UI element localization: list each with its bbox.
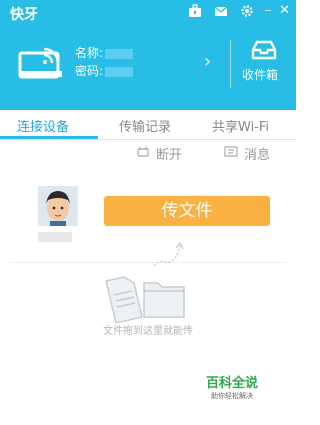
tab-transfer-history[interactable]: 传输记录 [119,116,171,135]
minimize-icon[interactable]: – [265,4,272,18]
message-icon [224,145,238,163]
chevron-right-icon[interactable]: › [204,51,211,72]
redacted-code [105,66,134,77]
device-icon [18,47,62,79]
app-header: 快牙 – ✕ 名称: 密码: › 收件箱 [0,0,296,110]
disconnect-button[interactable]: 断开 [136,144,182,163]
user-avatar-icon [38,186,78,226]
tab-divider [0,139,296,140]
inbox-icon[interactable] [251,40,277,60]
mail-icon[interactable] [214,4,228,18]
inbox-button[interactable]: 收件箱 [242,66,278,83]
window-edge [296,0,300,425]
tab-connect-device[interactable]: 连接设备 [17,116,69,135]
device-code-label: 密码: [75,64,104,78]
tab-share-wifi[interactable]: 共享Wi-Fi [212,116,269,135]
device-name-label: 名称: [75,46,104,60]
watermark: 百科全说 助你轻松解决 [206,372,258,401]
avatar[interactable] [38,186,78,226]
toolbox-icon[interactable] [188,4,202,18]
watermark-title: 百科全说 [206,376,259,391]
send-file-button[interactable]: 传文件 [104,196,270,226]
window-controls: – ✕ [265,4,290,18]
content-divider [10,262,286,263]
app-title: 快牙 [10,7,38,23]
redacted-name [105,48,134,59]
file-drop-icon [105,276,185,323]
message-button[interactable]: 消息 [224,144,270,163]
redacted-device-name [38,232,72,242]
disconnect-label: 断开 [156,148,183,163]
header-toolbar [188,4,254,18]
device-name: 名称: [75,44,134,61]
watermark-subtitle: 助你轻松解决 [211,392,253,400]
device-code: 密码: [75,62,134,79]
header-divider [230,40,231,88]
gear-icon[interactable] [240,4,254,18]
drop-hint: 文件拖到这里就能传 [103,326,193,337]
disconnect-icon [136,145,150,163]
close-icon[interactable]: ✕ [279,4,290,18]
curved-arrow-icon [153,241,184,267]
tab-bar: 连接设备 传输记录 共享Wi-Fi [0,116,296,138]
message-label: 消息 [244,148,271,163]
